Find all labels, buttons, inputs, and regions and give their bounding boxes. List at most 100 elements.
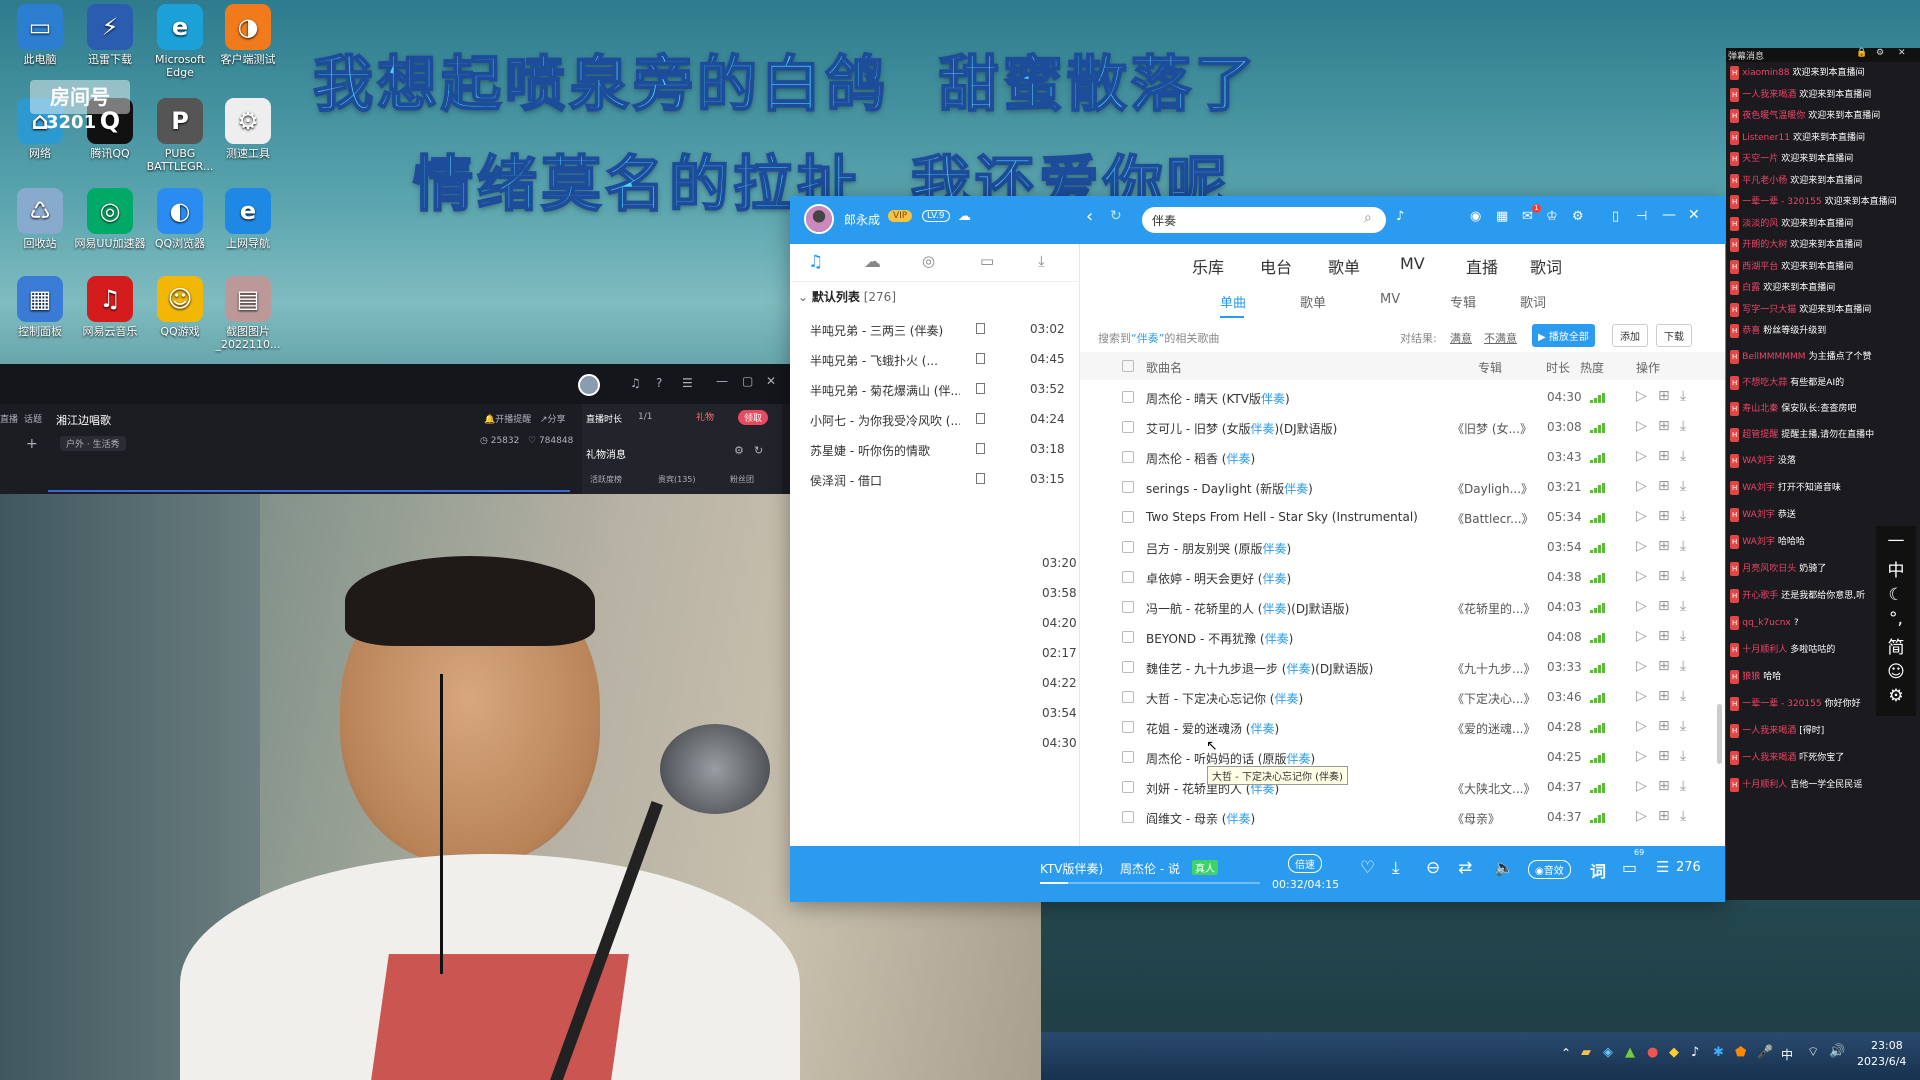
lock-icon[interactable]: 🔒 [1856, 48, 1867, 58]
sub-tab[interactable]: 单曲 [1220, 292, 1246, 311]
chat-user[interactable]: 一人我来喝酒 [1742, 90, 1796, 100]
chat-user[interactable]: 超管提醒 [1742, 430, 1778, 440]
song-album[interactable]: 《下定决心...》 [1452, 690, 1532, 707]
music-tab-icon[interactable]: ♫ [808, 252, 823, 272]
help-icon[interactable]: ? [656, 376, 662, 390]
nav-tab[interactable]: 直播 [1466, 254, 1498, 278]
desktop-icon[interactable]: ♫ 网易云音乐 [70, 276, 150, 338]
play-icon[interactable]: ▷ [1636, 568, 1647, 584]
chat-user[interactable]: Listener11 [1742, 133, 1790, 143]
ime-indicator[interactable]: 中 [1781, 1046, 1793, 1063]
minimize-icon[interactable]: — [1662, 207, 1676, 223]
playlist-row[interactable]: 半吨兄弟 - 三两三 (伴奏) 03:02 [790, 314, 1080, 344]
chat-user[interactable]: 夜色暖气温暖你 [1742, 111, 1805, 121]
chat-user[interactable]: WA刘宇 [1742, 456, 1775, 466]
headset-icon[interactable]: ♫ [630, 376, 641, 390]
share-button[interactable]: ↗分享 [540, 412, 566, 425]
play-icon[interactable]: ▷ [1636, 538, 1647, 554]
user-name[interactable]: 郎永成 [844, 211, 880, 228]
download-icon[interactable]: ⤓ [1680, 568, 1686, 584]
play-icon[interactable]: ▷ [1636, 778, 1647, 794]
download-icon[interactable]: ⤓ [1680, 538, 1686, 554]
add-button[interactable]: 添加 [1612, 324, 1648, 347]
chat-user[interactable]: 写字一只大猫 [1742, 305, 1796, 315]
row-checkbox[interactable] [1122, 391, 1134, 403]
skin-icon[interactable]: ◉ [1470, 209, 1481, 224]
download-icon[interactable]: ⤓ [1680, 478, 1686, 494]
tab-topic[interactable]: 话题 [24, 412, 42, 425]
minimize-icon[interactable]: — [716, 374, 728, 388]
play-icon[interactable]: ▷ [1636, 448, 1647, 464]
close-icon[interactable]: ✕ [1898, 48, 1906, 58]
nvidia-tray-icon[interactable]: ▲ [1625, 1045, 1635, 1060]
download-icon[interactable]: ⤓ [1680, 388, 1686, 404]
speed-button[interactable]: 倍速 [1288, 854, 1322, 873]
chat-user[interactable]: WA刘宇 [1742, 510, 1775, 520]
chat-user[interactable]: 狼狼 [1742, 672, 1760, 682]
table-row[interactable]: 大哲 - 下定决心忘记你 (伴奏) 《下定决心...》 03:46 ▷ ⊞ ⤓ [1080, 682, 1725, 712]
table-row[interactable]: Two Steps From Hell - Star Sky (Instrume… [1080, 502, 1725, 532]
search-icon[interactable]: ⌕ [1364, 210, 1372, 226]
collapse-icon[interactable]: — [1876, 530, 1916, 550]
desktop-icon[interactable]: ◑ 客户端测试 [208, 4, 288, 66]
playlist-row[interactable]: 半吨兄弟 - 飞蛾扑火 (... 04:45 [790, 344, 1080, 374]
chat-user[interactable]: 一辈一辈 - 320155 [1742, 699, 1821, 709]
mic-tray-icon[interactable]: ♪ [1691, 1045, 1699, 1060]
comment-icon[interactable]: ▭ [1622, 858, 1637, 877]
desktop-icon[interactable]: ⚙ 测速工具 [208, 98, 288, 160]
sub-tab[interactable]: 歌词 [1520, 292, 1546, 311]
desktop-icon[interactable]: ▭ 此电脑 [0, 4, 80, 66]
row-checkbox[interactable] [1122, 751, 1134, 763]
nav-tab[interactable]: 电台 [1260, 254, 1292, 278]
song-album[interactable]: 《大陕北文...》 [1452, 780, 1532, 797]
emoji-icon[interactable]: ☺ [1876, 662, 1916, 682]
nav-tab[interactable]: 乐库 [1192, 254, 1224, 278]
download-icon[interactable]: ⤓ [1680, 628, 1686, 644]
playlist-header[interactable]: ⌄ 默认列表 [276] [798, 288, 896, 305]
play-icon[interactable]: ▷ [1636, 748, 1647, 764]
row-checkbox[interactable] [1122, 571, 1134, 583]
refresh-icon[interactable]: ↻ [1110, 208, 1122, 224]
chat-user[interactable]: BellMMMMMM [1742, 352, 1805, 362]
row-checkbox[interactable] [1122, 781, 1134, 793]
table-row[interactable]: 艾可儿 - 旧梦 (女版伴奏)(DJ默语版) 《旧梦 (女...》 03:08 ▷ ⊞ ⤓ [1080, 412, 1725, 442]
unsatisfied-link[interactable]: 不满意 [1484, 330, 1517, 346]
chevron-up-icon[interactable]: ⌃ [1561, 1046, 1571, 1060]
song-title[interactable]: 周杰伦 - 晴天 (KTV版伴奏) [1146, 390, 1290, 407]
add-to-list-icon[interactable]: ⊞ [1658, 508, 1670, 524]
playlist-row[interactable]: 侯泽润 - 借口 03:15 [790, 464, 1080, 494]
playlist-icon[interactable]: ☰ [1656, 858, 1669, 876]
gear-icon[interactable]: ⚙ [1876, 686, 1916, 706]
add-to-list-icon[interactable]: ⊞ [1658, 778, 1670, 794]
desktop-icon[interactable]: ◎ 网易UU加速器 [70, 188, 150, 250]
add-to-list-icon[interactable]: ⊞ [1658, 598, 1670, 614]
add-to-list-icon[interactable]: ⊞ [1658, 478, 1670, 494]
row-checkbox[interactable] [1122, 541, 1134, 553]
table-row[interactable]: 阎维文 - 母亲 (伴奏) 《母亲》 04:37 ▷ ⊞ ⤓ [1080, 802, 1725, 832]
song-title[interactable]: 艾可儿 - 旧梦 (女版伴奏)(DJ默语版) [1146, 420, 1337, 437]
table-row[interactable]: 周杰伦 - 晴天 (KTV版伴奏) 04:30 ▷ ⊞ ⤓ [1080, 382, 1725, 412]
row-checkbox[interactable] [1122, 811, 1134, 823]
song-title[interactable]: 魏佳艺 - 九十九步退一步 (伴奏)(DJ默语版) [1146, 660, 1373, 677]
header-heat[interactable]: 热度 [1580, 359, 1604, 376]
desktop-icon[interactable]: ♺ 回收站 [0, 188, 80, 250]
maximize-icon[interactable]: ▢ [742, 374, 753, 388]
chat-user[interactable]: 开朗的大树 [1742, 240, 1787, 250]
punctuation-icon[interactable]: °, [1876, 609, 1916, 629]
desktop-icon[interactable]: ⚡ 迅雷下载 [70, 4, 150, 66]
chat-user[interactable]: 不想吃大蒜 [1742, 378, 1787, 388]
download-icon[interactable]: ⤓ [1680, 688, 1686, 704]
menu-icon[interactable]: ☰ [682, 376, 693, 390]
close-icon[interactable]: ✕ [1688, 207, 1700, 223]
play-icon[interactable]: ▷ [1636, 808, 1647, 824]
cloud-tab-icon[interactable]: ☁ [864, 252, 881, 272]
song-title[interactable]: 冯一航 - 花轿里的人 (伴奏)(DJ默语版) [1146, 600, 1349, 617]
volume-icon[interactable]: 🔊 [1829, 1044, 1845, 1059]
playlist-row[interactable]: 半吨兄弟 - 菊花爆满山 (伴... 03:52 [790, 374, 1080, 404]
bluetooth-tray-icon[interactable]: ✱ [1713, 1045, 1724, 1060]
minus-icon[interactable]: ⊖ [1426, 858, 1440, 878]
pin-icon[interactable]: ⊣ [1636, 209, 1647, 224]
search-input[interactable]: 伴奏 [1152, 212, 1176, 229]
apps-icon[interactable]: ▦ [1496, 209, 1508, 224]
add-to-list-icon[interactable]: ⊞ [1658, 418, 1670, 434]
